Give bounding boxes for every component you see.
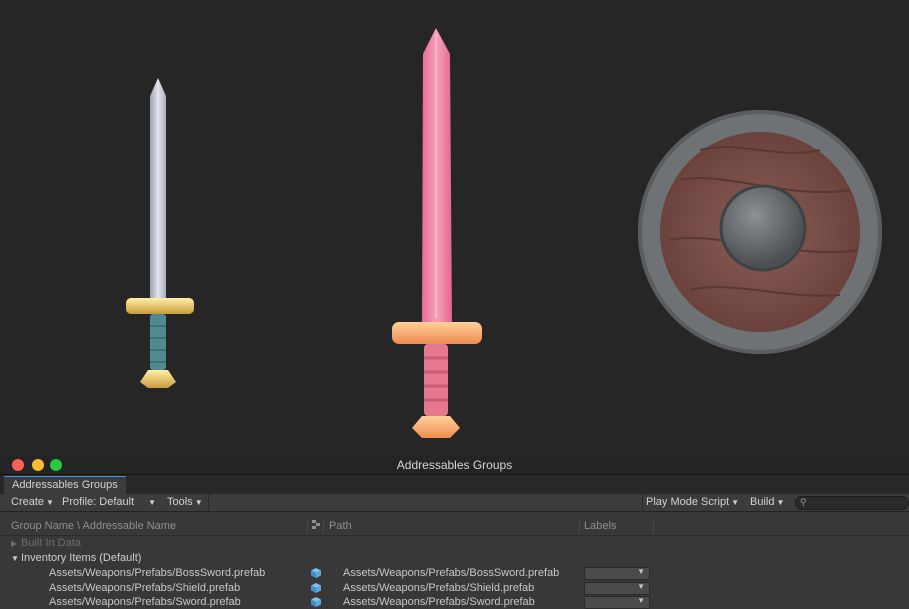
sword-model: [126, 78, 194, 388]
chevron-down-icon: ▼: [731, 498, 740, 507]
toolbar: Create ▼ Profile: Default ▼ Tools ▼ Play Mo…: [0, 494, 909, 512]
toolbar-divider: [642, 494, 643, 512]
entry-path: Assets/Weapons/Prefabs/BossSword.prefab: [343, 567, 560, 579]
chevron-down-icon: ▼: [637, 582, 645, 591]
prefab-cube-icon: [311, 597, 321, 607]
prefab-cube-icon: [311, 568, 321, 578]
group-row-inventory-items[interactable]: ▼ Inventory Items (Default): [0, 551, 909, 566]
collapse-arrow-icon[interactable]: ▼: [11, 554, 21, 563]
tools-label: Tools: [167, 496, 193, 508]
chevron-down-icon: ▼: [46, 498, 54, 507]
column-divider[interactable]: [323, 518, 324, 534]
create-menu-button[interactable]: Create ▼: [11, 496, 54, 508]
expand-arrow-icon[interactable]: ▶: [11, 539, 21, 548]
search-icon: ⚲: [800, 497, 807, 507]
tools-menu-button[interactable]: Tools ▼: [167, 496, 203, 508]
chevron-down-icon: ▼: [148, 498, 157, 507]
entry-name: Assets/Weapons/Prefabs/Sword.prefab: [49, 596, 241, 608]
column-divider[interactable]: [653, 518, 654, 534]
column-header-path[interactable]: Path: [329, 520, 352, 532]
column-divider[interactable]: [579, 518, 580, 534]
entry-path: Assets/Weapons/Prefabs/Shield.prefab: [343, 582, 535, 594]
play-mode-script-label: Play Mode Script: [646, 496, 730, 508]
create-label: Create: [11, 496, 45, 508]
scene-viewport: [0, 0, 909, 456]
window-title: Addressables Groups: [396, 458, 513, 472]
prefab-cube-icon: [311, 583, 321, 593]
table-row[interactable]: Assets/Weapons/Prefabs/BossSword.prefab …: [0, 566, 909, 581]
scene-render: [126, 28, 882, 438]
boss-sword-model: [392, 28, 482, 438]
play-mode-script-dropdown[interactable]: Play Mode Script ▼: [646, 496, 739, 508]
labels-dropdown[interactable]: ▼: [584, 596, 650, 609]
column-header-labels[interactable]: Labels: [584, 520, 616, 532]
column-divider[interactable]: [307, 518, 308, 534]
entry-path: Assets/Weapons/Prefabs/Sword.prefab: [343, 596, 535, 608]
chevron-down-icon: ▼: [637, 596, 645, 605]
shield-model: [638, 110, 882, 354]
tab-bar: Addressables Groups: [0, 475, 909, 494]
build-menu-button[interactable]: Build ▼: [750, 496, 784, 508]
chevron-down-icon: ▼: [776, 498, 785, 507]
addressables-groups-window: Addressables Groups Addressables Groups …: [0, 456, 909, 609]
entry-name: Assets/Weapons/Prefabs/BossSword.prefab: [49, 567, 266, 579]
chevron-down-icon: ▼: [637, 567, 645, 576]
build-label: Build: [750, 496, 775, 508]
window-titlebar: Addressables Groups: [0, 456, 909, 475]
labels-dropdown[interactable]: ▼: [584, 567, 650, 580]
tab-addressables-groups[interactable]: Addressables Groups: [4, 476, 126, 494]
column-header-icon[interactable]: [312, 520, 320, 532]
table-header: Group Name \ Addressable Name Path Label…: [0, 516, 909, 536]
table-row[interactable]: Assets/Weapons/Prefabs/Shield.prefab Ass…: [0, 581, 909, 596]
group-name: Built In Data: [21, 537, 81, 549]
table-row[interactable]: Assets/Weapons/Prefabs/Sword.prefab Asse…: [0, 595, 909, 609]
group-name: Inventory Items (Default): [21, 552, 142, 564]
search-input[interactable]: ⚲: [795, 496, 909, 510]
profile-dropdown[interactable]: Profile: Default ▼: [62, 496, 156, 508]
hierarchy-icon: [312, 520, 320, 529]
group-row-built-in-data[interactable]: ▶ Built In Data: [0, 536, 909, 551]
chevron-down-icon: ▼: [194, 498, 203, 507]
profile-label: Profile: Default: [62, 496, 135, 508]
entry-name: Assets/Weapons/Prefabs/Shield.prefab: [49, 582, 241, 594]
toolbar-divider: [208, 494, 209, 512]
labels-dropdown[interactable]: ▼: [584, 582, 650, 595]
column-header-name[interactable]: Group Name \ Addressable Name: [11, 520, 176, 532]
